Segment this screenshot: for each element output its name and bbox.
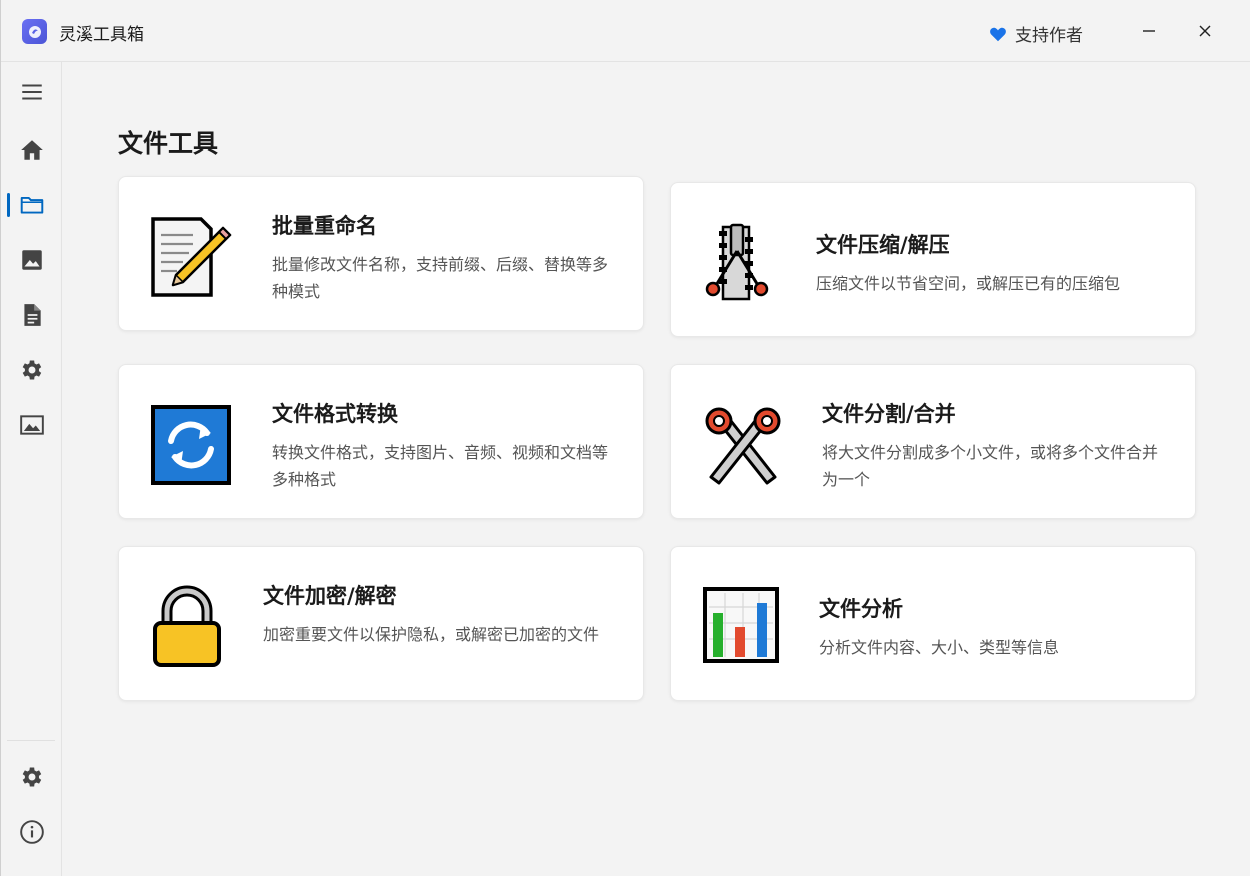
support-author-button[interactable]: 支持作者 <box>989 21 1083 46</box>
tool-card-title: 文件压缩/解压 <box>816 233 950 257</box>
info-icon <box>19 820 44 844</box>
sidebar-item-settings[interactable] <box>1 755 62 799</box>
document-icon <box>23 304 41 326</box>
refresh-arrows-icon <box>151 405 231 485</box>
notepad-pencil-icon <box>151 217 232 297</box>
gear-icon <box>22 360 41 380</box>
tool-card-description: 转换文件格式，支持图片、音频、视频和文档等多种格式 <box>272 443 609 489</box>
tool-card-description: 压缩文件以节省空间，或解压已有的压缩包 <box>816 274 1121 293</box>
sidebar-item-about[interactable] <box>1 810 62 854</box>
zipper-icon <box>705 223 769 301</box>
home-icon <box>20 140 43 160</box>
sidebar-divider <box>7 740 55 741</box>
tool-card-title: 批量重命名 <box>272 214 377 238</box>
tool-card-format-convert[interactable]: 文件格式转换 转换文件格式，支持图片、音频、视频和文档等多种格式 <box>118 364 644 519</box>
tool-card-file-analysis[interactable]: 文件分析 分析文件内容、大小、类型等信息 <box>670 546 1196 701</box>
bar-chart-icon <box>703 587 779 663</box>
tool-card-title: 文件分割/合并 <box>822 402 956 426</box>
support-author-label: 支持作者 <box>1015 26 1083 46</box>
tool-card-title: 文件分析 <box>819 597 903 621</box>
folder-icon <box>20 196 43 214</box>
hamburger-menu-icon <box>21 84 42 100</box>
sidebar-item-home[interactable] <box>1 128 62 172</box>
tool-card-description: 加密重要文件以保护隐私，或解密已加密的文件 <box>263 625 600 644</box>
sidebar-menu-toggle[interactable] <box>1 70 62 114</box>
tool-card-title: 文件加密/解密 <box>263 584 397 608</box>
tool-card-description: 分析文件内容、大小、类型等信息 <box>819 638 1060 657</box>
sidebar-item-documents[interactable] <box>1 293 62 337</box>
tool-card-title: 文件格式转换 <box>272 402 398 426</box>
tool-card-description: 批量修改文件名称，支持前缀、后缀、替换等多种模式 <box>272 255 609 301</box>
heart-icon <box>990 27 1006 41</box>
app-logo-icon <box>22 19 47 44</box>
sidebar-item-tools-settings[interactable] <box>1 348 62 392</box>
app-window: 灵溪工具箱 支持作者 文件工具 批量重命名 批量修改文件名称，支持前缀、后缀、替… <box>0 0 1250 876</box>
gear-icon <box>22 767 41 787</box>
tool-card-compress[interactable]: 文件压缩/解压 压缩文件以节省空间，或解压已有的压缩包 <box>670 182 1196 337</box>
close-button[interactable] <box>1185 14 1225 48</box>
page-title: 文件工具 <box>118 129 219 158</box>
tool-card-batch-rename[interactable]: 批量重命名 批量修改文件名称，支持前缀、后缀、替换等多种模式 <box>118 176 644 331</box>
tool-card-encrypt-decrypt[interactable]: 文件加密/解密 加密重要文件以保护隐私，或解密已加密的文件 <box>118 546 644 701</box>
sidebar <box>1 62 62 876</box>
image-icon <box>21 250 42 270</box>
app-title: 灵溪工具箱 <box>59 25 144 45</box>
sidebar-item-gallery[interactable] <box>1 403 62 447</box>
picture-frame-icon <box>19 415 44 435</box>
sidebar-item-files[interactable] <box>1 183 62 227</box>
scissors-icon <box>705 407 781 485</box>
main-content: 文件工具 批量重命名 批量修改文件名称，支持前缀、后缀、替换等多种模式 文件压缩… <box>63 62 1250 876</box>
tool-card-description: 将大文件分割成多个小文件，或将多个文件合并为一个 <box>822 443 1159 489</box>
tool-card-split-merge[interactable]: 文件分割/合并 将大文件分割成多个小文件，或将多个文件合并为一个 <box>670 364 1196 519</box>
padlock-icon <box>153 585 221 667</box>
title-bar[interactable]: 灵溪工具箱 支持作者 <box>1 0 1250 62</box>
minimize-button[interactable] <box>1129 14 1169 48</box>
sidebar-item-images[interactable] <box>1 238 62 282</box>
